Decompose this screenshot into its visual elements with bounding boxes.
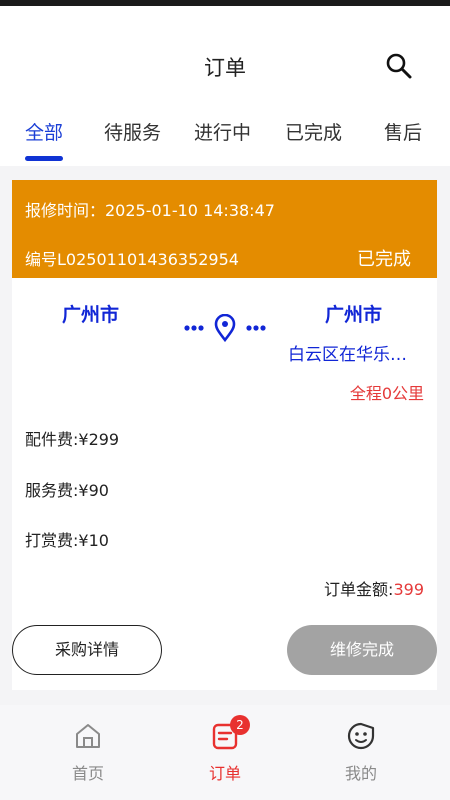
tabbar-orders-label: 订单 <box>208 764 241 783</box>
tab-all[interactable]: 全部 <box>25 118 63 145</box>
service-fee: 服务费:¥90 <box>25 481 109 500</box>
tabbar-orders[interactable]: 2 订单 <box>170 705 280 800</box>
order-total-label: 订单金额: <box>324 580 394 599</box>
order-total-amount: 399 <box>393 580 424 599</box>
order-total: 订单金额:399 <box>324 576 424 600</box>
tab-completed[interactable]: 已完成 <box>285 118 342 145</box>
tip-fee: 打赏费:¥10 <box>25 531 109 550</box>
tab-in-progress[interactable]: 进行中 <box>194 118 251 145</box>
tab-pending[interactable]: 待服务 <box>104 118 161 145</box>
tabbar-profile-label: 我的 <box>344 764 377 783</box>
order-card-header: 报修时间：2025-01-10 14:38:47 编号L025011014363… <box>12 180 437 278</box>
to-city: 广州市 <box>325 304 383 326</box>
tabbar-home-label: 首页 <box>71 764 104 783</box>
from-city: 广州市 <box>62 304 120 326</box>
order-status: 已完成 <box>357 249 411 270</box>
order-card[interactable]: 报修时间：2025-01-10 14:38:47 编号L025011014363… <box>12 180 437 690</box>
to-address: 白云区在华乐… <box>288 345 407 365</box>
report-time: 报修时间：2025-01-10 14:38:47 <box>25 201 275 220</box>
search-icon <box>386 53 412 79</box>
bottom-tab-bar: 首页 2 订单 我的 <box>0 705 450 800</box>
route-distance: 全程0公里 <box>349 384 424 403</box>
order-tabs: 全部 待服务 进行中 已完成 售后 <box>0 118 450 158</box>
tabbar-profile[interactable]: 我的 <box>306 705 416 800</box>
page-title: 订单 <box>204 56 246 80</box>
route-indicator <box>182 313 268 344</box>
order-number: 编号L02501101436352954 <box>25 250 239 269</box>
app-header: 订单 全部 待服务 进行中 已完成 售后 <box>0 6 450 166</box>
home-icon <box>76 724 100 748</box>
order-count-badge: 2 <box>230 715 250 735</box>
profile-face-icon <box>347 722 375 750</box>
parts-fee: 配件费:¥299 <box>25 430 120 449</box>
tabbar-home[interactable]: 首页 <box>33 705 143 800</box>
active-tab-indicator <box>25 156 63 161</box>
tab-after-sales[interactable]: 售后 <box>384 118 422 145</box>
repair-complete-button[interactable]: 维修完成 <box>287 625 437 675</box>
search-button[interactable] <box>384 51 414 81</box>
route-location-icon <box>184 313 266 343</box>
purchase-detail-button[interactable]: 采购详情 <box>12 625 162 675</box>
